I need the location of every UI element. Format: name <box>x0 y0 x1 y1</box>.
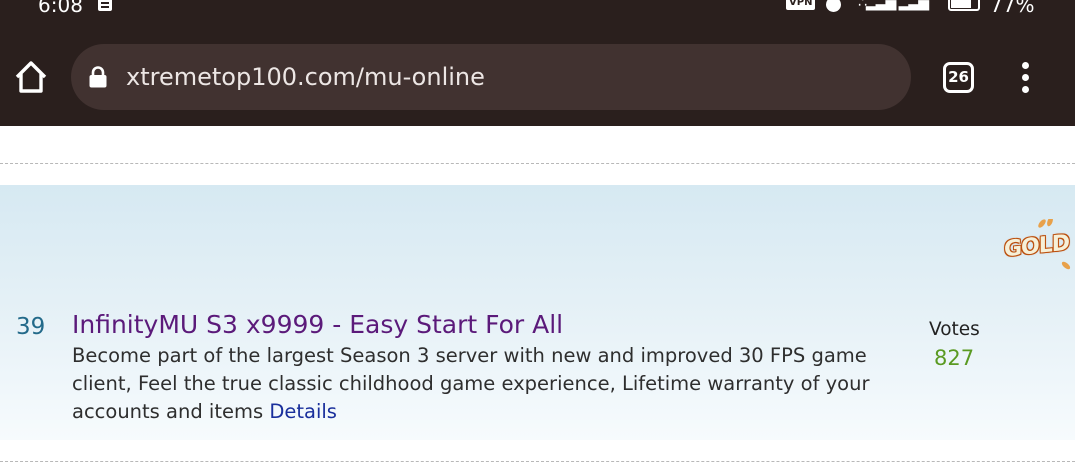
notification-icon <box>98 0 112 11</box>
rank-number: 39 <box>16 314 46 340</box>
gold-badge[interactable]: GOLD <box>1001 219 1075 273</box>
divider <box>0 461 1075 462</box>
description-text: Become part of the largest Season 3 serv… <box>72 344 870 423</box>
details-link[interactable]: Details <box>269 400 337 423</box>
url-text[interactable]: xtremetop100.com/mu-online <box>126 62 485 92</box>
alarm-icon <box>826 0 841 12</box>
browser-toolbar: xtremetop100.com/mu-online 26 <box>0 20 1075 126</box>
lock-icon <box>89 66 107 88</box>
server-listing: 39 InfinityMU S3 x9999 - Easy Start For … <box>0 185 1075 440</box>
badge-label: GOLD <box>1004 230 1070 263</box>
divider <box>0 163 1075 164</box>
votes-label: Votes <box>929 319 980 340</box>
laurel-leaf-icon <box>1060 260 1072 271</box>
vpn-badge: VPN <box>786 0 816 10</box>
overflow-menu-icon[interactable] <box>1014 60 1038 96</box>
tab-switcher-button[interactable]: 26 <box>943 62 974 93</box>
battery-icon <box>948 0 980 11</box>
status-bar: 6:08 VPN ∴▂▃▅ ▂▃▅ 77% <box>0 0 1075 20</box>
status-time: 6:08 <box>38 0 83 17</box>
signal-icon: ∴▂▃▅ ▂▃▅ <box>858 0 929 11</box>
page-content: 39 InfinityMU S3 x9999 - Easy Start For … <box>0 126 1075 470</box>
home-icon[interactable] <box>12 58 50 96</box>
server-title-link[interactable]: InfinityMU S3 x9999 - Easy Start For All <box>72 309 563 341</box>
server-description: Become part of the largest Season 3 serv… <box>72 342 902 426</box>
votes-count: 827 <box>934 346 975 370</box>
battery-percent: 77% <box>990 0 1035 17</box>
laurel-leaf-icon <box>1045 219 1055 228</box>
laurel-leaf-icon <box>1036 219 1048 229</box>
address-bar[interactable]: xtremetop100.com/mu-online <box>71 44 911 110</box>
